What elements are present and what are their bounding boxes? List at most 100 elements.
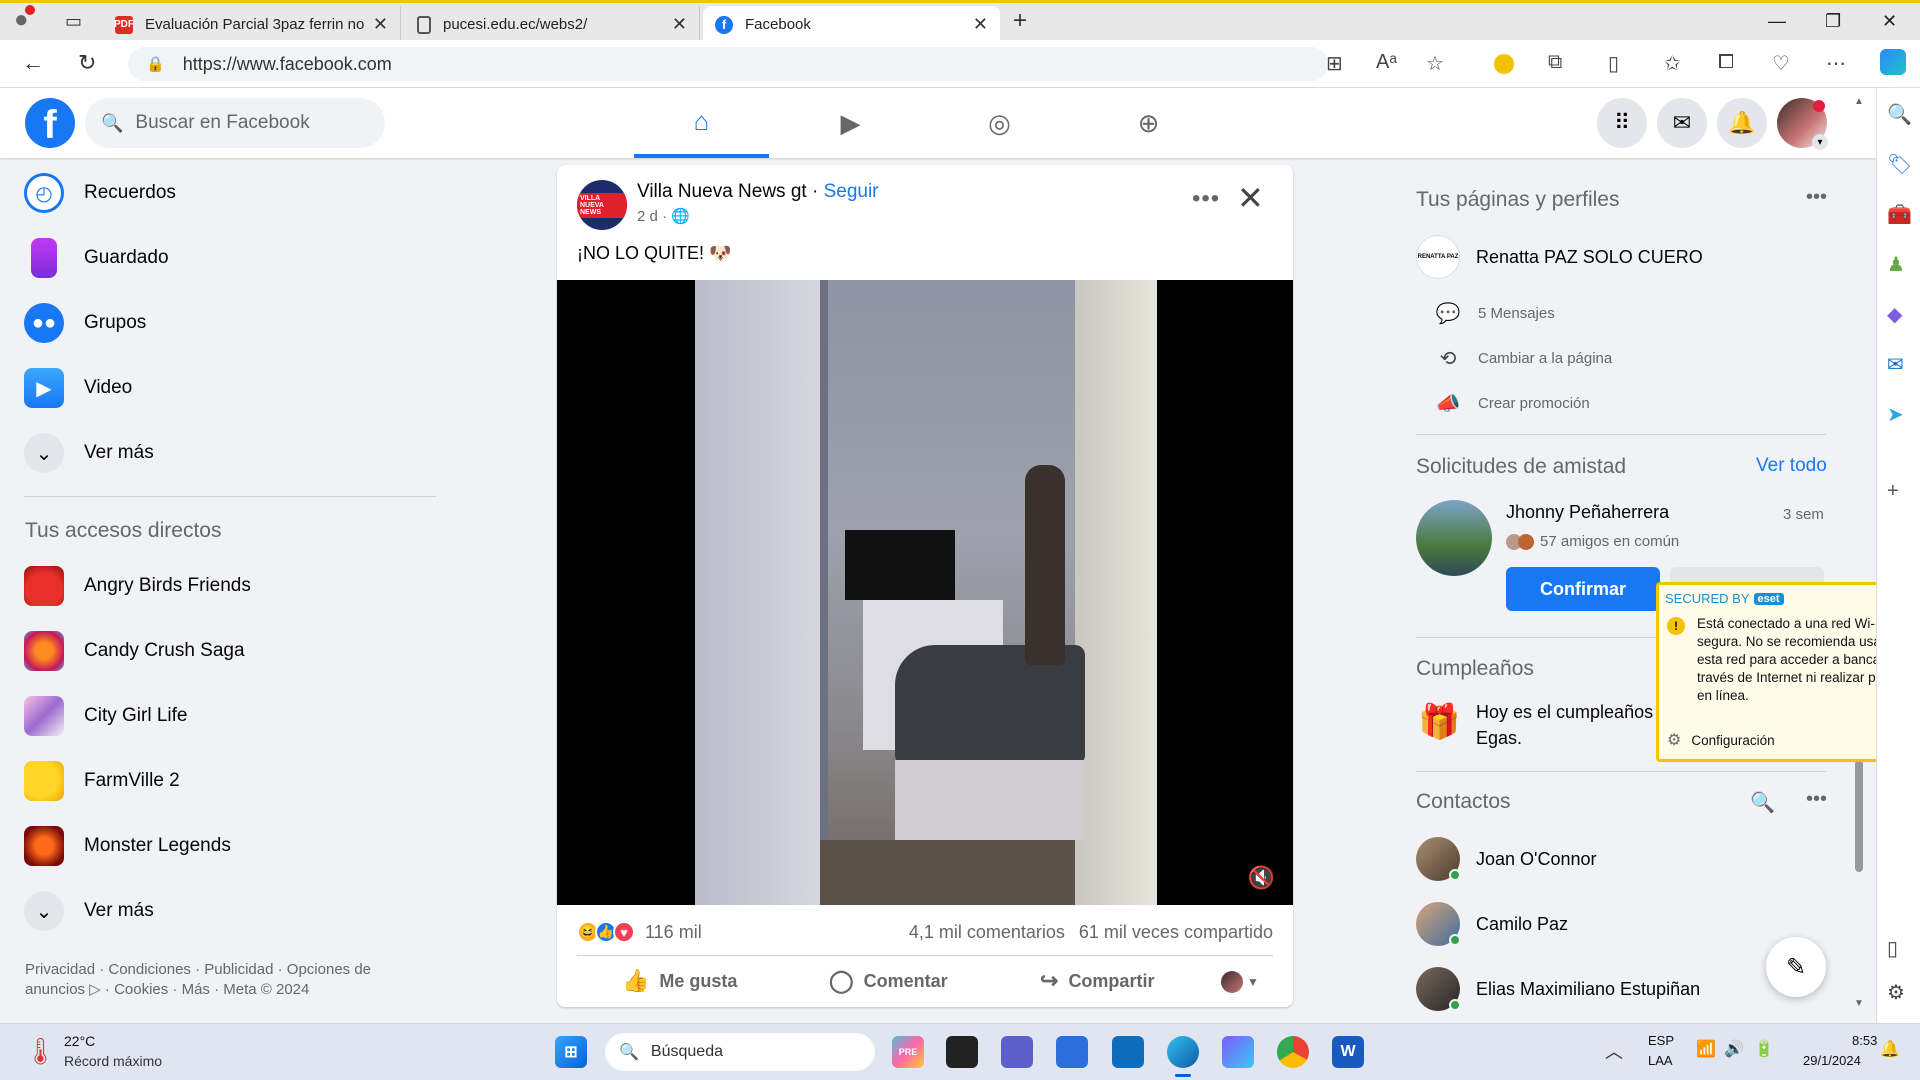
- clock-date[interactable]: 29/1/2024: [1803, 1053, 1861, 1068]
- word-icon[interactable]: W: [1332, 1036, 1364, 1068]
- reactions-count[interactable]: 116 mil: [645, 922, 702, 943]
- page-profile[interactable]: RENATTA PAZ Renatta PAZ SOLO CUERO: [1416, 231, 1703, 283]
- tab-pucesi[interactable]: pucesi.edu.ec/webs2/ ✕: [405, 6, 700, 43]
- more-options-icon[interactable]: •••: [1806, 186, 1827, 209]
- clock-time[interactable]: 8:53: [1852, 1033, 1877, 1048]
- post-author-name[interactable]: Villa Nueva News gt: [637, 181, 807, 202]
- contact-item[interactable]: Camilo Paz: [1416, 898, 1568, 950]
- sidebar-toggle-icon[interactable]: ▯: [1887, 936, 1898, 961]
- copilot-app-icon[interactable]: [1222, 1036, 1254, 1068]
- teams-icon[interactable]: [1001, 1036, 1033, 1068]
- sidebar-item-guardado[interactable]: Guardado: [24, 232, 169, 284]
- settings-gear-icon[interactable]: ⚙: [1887, 980, 1905, 1005]
- friend-request-avatar[interactable]: [1416, 500, 1492, 576]
- microsoft-365-icon[interactable]: ◆: [1887, 302, 1902, 327]
- create-promotion[interactable]: 📣 Crear promoción: [1434, 385, 1590, 421]
- search-icon[interactable]: 🔍: [1750, 790, 1775, 815]
- close-icon[interactable]: ✕: [973, 14, 988, 35]
- see-all-link[interactable]: Ver todo: [1756, 455, 1827, 477]
- notification-bell-icon[interactable]: 🔔: [1880, 1039, 1900, 1059]
- collections-icon[interactable]: ⧠: [1718, 51, 1734, 74]
- favorite-star-icon[interactable]: ☆: [1426, 51, 1444, 76]
- shortcut-ver-mas[interactable]: ⌄ Ver más: [24, 885, 154, 937]
- back-icon[interactable]: ←: [22, 50, 44, 76]
- tab-gaming[interactable]: ⊕: [1081, 88, 1216, 158]
- sidebar-item-ver-mas[interactable]: ⌄ Ver más: [24, 427, 154, 479]
- messenger-button[interactable]: ✉: [1657, 98, 1707, 148]
- facebook-logo-icon[interactable]: f: [25, 98, 75, 148]
- extensions-icon[interactable]: ⧉: [1548, 51, 1562, 74]
- tab-actions-icon[interactable]: ▭: [65, 11, 82, 32]
- edge-icon[interactable]: [1167, 1036, 1199, 1068]
- post-video[interactable]: 🔇: [557, 280, 1293, 905]
- sidebar-item-recuerdos[interactable]: ◴ Recuerdos: [24, 167, 176, 219]
- shares-count[interactable]: 61 mil veces compartido: [1079, 922, 1273, 943]
- shortcut-candy-crush[interactable]: Candy Crush Saga: [24, 625, 245, 677]
- taskbar-search[interactable]: 🔍 Búsqueda: [605, 1033, 875, 1071]
- more-options-icon[interactable]: •••: [1806, 788, 1827, 811]
- close-icon[interactable]: ✕: [1237, 179, 1264, 217]
- search-input[interactable]: 🔍 Buscar en Facebook: [85, 98, 385, 148]
- new-tab-icon[interactable]: +: [1013, 7, 1027, 35]
- notifications-button[interactable]: 🔔: [1717, 98, 1767, 148]
- shopping-icon[interactable]: 🏷: [1887, 152, 1912, 177]
- post-as-selector[interactable]: ▼: [1221, 971, 1259, 993]
- store-icon[interactable]: [1056, 1036, 1088, 1068]
- restore-icon[interactable]: ❐: [1825, 11, 1841, 32]
- close-icon[interactable]: ✕: [672, 14, 687, 35]
- copilot-icon[interactable]: [1880, 49, 1906, 75]
- shortcut-monster-legends[interactable]: Monster Legends: [24, 820, 231, 872]
- shortcut-farmville[interactable]: FarmVille 2: [24, 755, 180, 807]
- sidebar-item-grupos[interactable]: ●● Grupos: [24, 297, 146, 349]
- menu-button[interactable]: ⠿: [1597, 98, 1647, 148]
- post-timestamp[interactable]: 2 d · 🌐: [637, 207, 690, 225]
- tab-facebook[interactable]: f Facebook ✕: [703, 6, 1000, 43]
- outlook-icon[interactable]: ✉: [1887, 352, 1904, 377]
- eset-settings[interactable]: ⚙ Configuración: [1667, 730, 1775, 750]
- page-scrollbar[interactable]: ▲ ▼: [1852, 94, 1866, 1019]
- scroll-up-icon[interactable]: ▲: [1854, 96, 1864, 107]
- reaction-icons[interactable]: 😆 👍 ♥: [577, 921, 635, 943]
- footer-links[interactable]: Privacidad · Condiciones · Publicidad · …: [25, 960, 405, 1000]
- post-options-icon[interactable]: •••: [1192, 185, 1220, 213]
- new-message-button[interactable]: ✎: [1766, 937, 1826, 997]
- read-aloud-icon[interactable]: Aᵃ: [1376, 51, 1397, 74]
- tab-evaluacion[interactable]: PDF Evaluación Parcial 3paz ferrin nor ✕: [103, 6, 401, 43]
- favorites-icon[interactable]: ✩: [1664, 51, 1681, 76]
- comment-button[interactable]: ◯ Comentar: [829, 961, 948, 1001]
- friend-request-name[interactable]: Jhonny Peñaherrera: [1506, 502, 1669, 523]
- extension-icon[interactable]: [1494, 54, 1514, 74]
- confirm-button[interactable]: Confirmar: [1506, 567, 1660, 611]
- like-button[interactable]: 👍 Me gusta: [622, 961, 737, 1001]
- mutual-friends[interactable]: 57 amigos en común: [1506, 533, 1679, 550]
- birthday-name[interactable]: Egas.: [1476, 728, 1522, 749]
- scrollbar-thumb[interactable]: [1855, 760, 1863, 872]
- thermometer-icon[interactable]: 🌡: [24, 1036, 57, 1067]
- sidebar-item-video[interactable]: ▶ Video: [24, 362, 132, 414]
- shortcut-angry-birds[interactable]: Angry Birds Friends: [24, 560, 251, 612]
- volume-icon[interactable]: 🔊: [1724, 1039, 1744, 1059]
- contact-item[interactable]: Elias Maximiliano Estupiñan: [1416, 963, 1700, 1015]
- switch-to-page[interactable]: ⟲ Cambiar a la página: [1434, 340, 1613, 376]
- browser-essentials-icon[interactable]: ♡: [1772, 51, 1790, 76]
- share-button[interactable]: ↪ Compartir: [1040, 961, 1154, 1001]
- games-icon[interactable]: ♟: [1887, 252, 1905, 277]
- language-code[interactable]: ESP: [1648, 1033, 1674, 1048]
- tab-home[interactable]: ⌂: [634, 88, 769, 158]
- tab-watch[interactable]: ▶: [783, 88, 918, 158]
- post-author-avatar[interactable]: VILLA NUEVA NEWS: [577, 180, 627, 230]
- mute-icon[interactable]: 🔇: [1248, 865, 1275, 891]
- chrome-icon[interactable]: [1277, 1036, 1309, 1068]
- app-available-icon[interactable]: ⊞: [1326, 51, 1343, 76]
- shortcut-city-girl-life[interactable]: City Girl Life: [24, 690, 187, 742]
- file-explorer-icon[interactable]: [946, 1036, 978, 1068]
- battery-icon[interactable]: 🔋: [1754, 1039, 1774, 1059]
- send-icon[interactable]: ➤: [1887, 402, 1904, 427]
- url-field[interactable]: 🔒 https://www.facebook.com: [128, 47, 1328, 81]
- comments-count[interactable]: 4,1 mil comentarios: [909, 922, 1065, 943]
- tab-groups[interactable]: ◎: [932, 88, 1067, 158]
- more-options-icon[interactable]: ⋯: [1826, 51, 1846, 76]
- add-icon[interactable]: +: [1887, 480, 1899, 503]
- copilot-icon[interactable]: PRE: [892, 1036, 924, 1068]
- page-messages[interactable]: 💬 5 Mensajes: [1434, 295, 1555, 331]
